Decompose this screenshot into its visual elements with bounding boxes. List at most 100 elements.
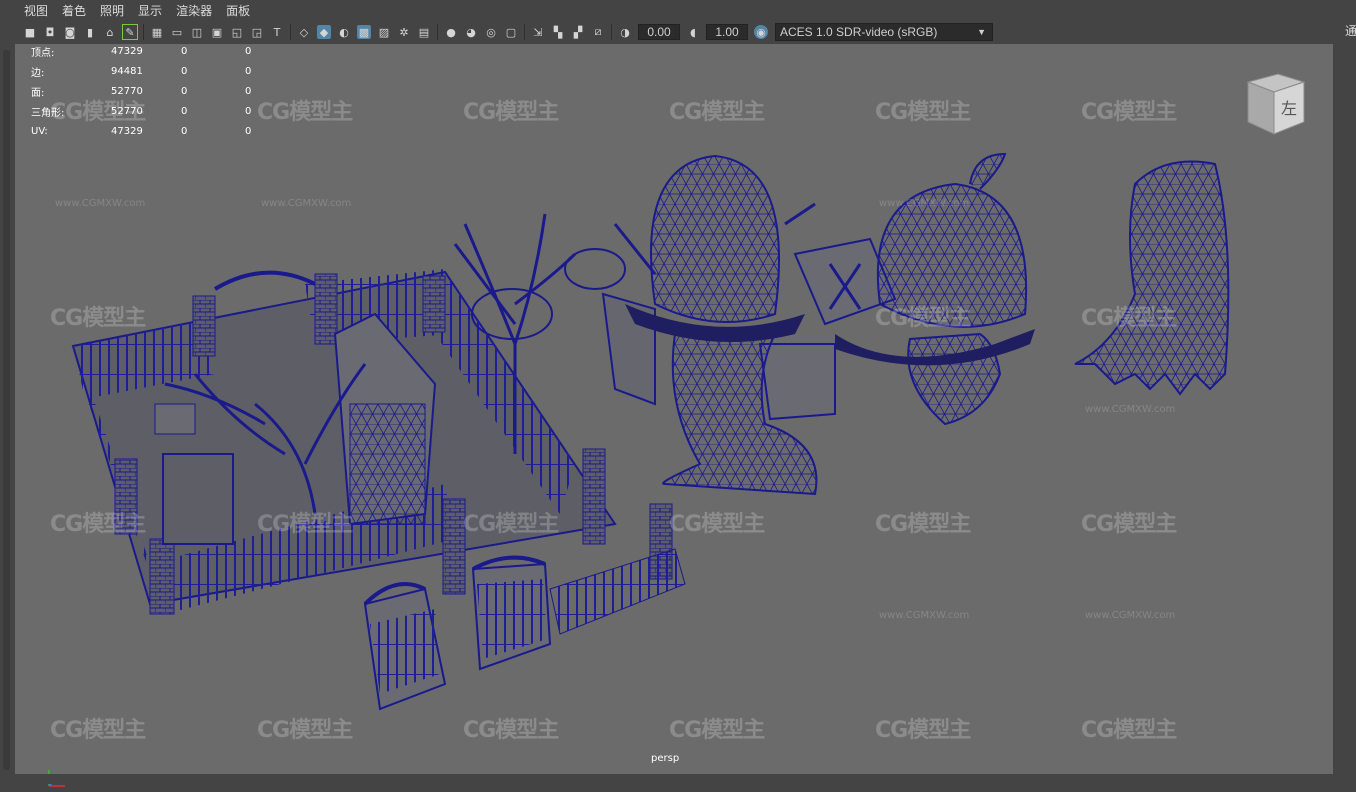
poly-count-hud: 顶点: 47329 0 0 边: 94481 0 0 面: 52770 0 0 三角形: 52770… [31, 41, 285, 141]
stat-selected-alt: 0 [245, 125, 252, 137]
stat-value: 52770 [111, 85, 143, 97]
separator [524, 24, 525, 40]
watermark-logo: CG模型主 [875, 100, 971, 125]
viewcube-face-label: 左 [1281, 99, 1297, 118]
separator [611, 24, 612, 40]
watermark-logo: CG模型主 [875, 718, 971, 743]
wireframe-icon[interactable]: ◇ [297, 25, 311, 39]
color-space-value: ACES 1.0 SDR-video (sRGB) [780, 25, 938, 39]
watermark-logo: CG模型主 [463, 100, 559, 125]
safe-title-icon[interactable]: T [270, 25, 284, 39]
stat-label: 三角形: [31, 107, 65, 119]
watermark-logo: CG模型主 [50, 718, 146, 743]
stat-label: 边: [31, 67, 45, 79]
mushroom-left [613, 154, 818, 496]
separator [290, 24, 291, 40]
stat-selected: 0 [181, 125, 188, 137]
motion-blur-icon[interactable]: ● [444, 25, 458, 39]
stat-selected: 0 [181, 45, 188, 57]
hud-icon[interactable]: ▚ [551, 25, 565, 39]
chevron-down-icon: ▼ [977, 27, 986, 37]
menu-renderer[interactable]: 渲染器 [169, 2, 219, 19]
watermark-logo: CG模型主 [669, 718, 765, 743]
ambient-occlusion-icon[interactable]: ▤ [417, 25, 431, 39]
separator [143, 24, 144, 40]
watermark-logo: CG模型主 [669, 100, 765, 125]
exposure-icon[interactable]: ◑ [618, 25, 632, 39]
watermark-logo: CG模型主 [669, 512, 765, 537]
stat-label: 面: [31, 87, 45, 99]
menu-panels[interactable]: 面板 [219, 2, 257, 19]
viewcube-icon[interactable]: 左 [1240, 68, 1310, 138]
stat-row: 边: 94481 0 0 [31, 61, 285, 81]
color-management-icon[interactable]: ◉ [754, 25, 768, 39]
gamma-icon[interactable]: ◖ [686, 25, 700, 39]
separator [437, 24, 438, 40]
smooth-shade-icon[interactable]: ◆ [317, 25, 331, 39]
stat-label: UV: [31, 125, 48, 137]
stat-value: 47329 [111, 125, 143, 137]
stat-row: UV: 47329 0 0 [31, 121, 285, 141]
watermark-logo: CG模型主 [875, 306, 971, 331]
menu-show[interactable]: 显示 [131, 2, 169, 19]
grease-pencil-icon[interactable]: ✎ [122, 24, 138, 40]
stat-value: 52770 [111, 105, 143, 117]
field-chart-icon[interactable]: ◱ [230, 25, 244, 39]
watermark-logo: CG模型主 [257, 718, 353, 743]
color-space-dropdown[interactable]: ACES 1.0 SDR-video (sRGB) ▼ [775, 23, 993, 41]
watermark-url: www.CGMXW.com [879, 198, 970, 209]
watermark-url: www.CGMXW.com [1085, 404, 1176, 415]
gate-mask-icon[interactable]: ▣ [210, 25, 224, 39]
watermark-logo: CG模型主 [1081, 306, 1177, 331]
watermark-logo: CG模型主 [463, 718, 559, 743]
watermark-logo: CG模型主 [1081, 100, 1177, 125]
anti-aliasing-icon[interactable]: ◕ [464, 25, 478, 39]
gamma-field[interactable] [706, 24, 748, 40]
wireframe-on-shaded-icon[interactable]: ◐ [337, 25, 351, 39]
watermark-logo: CG模型主 [50, 306, 146, 331]
watermark-url: www.CGMXW.com [879, 610, 970, 621]
bottom-bar [0, 774, 1356, 784]
gate-left [363, 582, 447, 711]
camera-attr2-icon[interactable]: ◙ [63, 25, 77, 39]
side-fence [549, 548, 686, 635]
menu-shading[interactable]: 着色 [55, 2, 93, 19]
stat-selected-alt: 0 [245, 105, 252, 117]
film-gate-icon[interactable]: ▭ [170, 25, 184, 39]
isolate-select-icon[interactable]: ⇲ [531, 25, 545, 39]
camera-icon[interactable]: ■ [23, 25, 37, 39]
bookmark-icon[interactable]: ▮ [83, 25, 97, 39]
stat-selected-alt: 0 [245, 85, 252, 97]
watermark-logo: CG模型主 [1081, 512, 1177, 537]
exposure-field[interactable] [638, 24, 680, 40]
image-plane-icon[interactable]: ⌂ [103, 25, 117, 39]
stat-row: 三角形: 52770 0 0 [31, 101, 285, 121]
menu-bar: 视图 着色 照明 显示 渲染器 面板 [0, 0, 1356, 20]
xray-joints-icon[interactable]: ▞ [571, 25, 585, 39]
stat-row: 面: 52770 0 0 [31, 81, 285, 101]
stat-selected: 0 [181, 65, 188, 77]
shadows-icon[interactable]: ✲ [397, 25, 411, 39]
textured-icon[interactable]: ▩ [357, 25, 371, 39]
stat-selected: 0 [181, 85, 188, 97]
use-all-lights-icon[interactable]: ▨ [377, 25, 391, 39]
safe-action-icon[interactable]: ◲ [250, 25, 264, 39]
camera-attr-icon[interactable]: ◘ [43, 25, 57, 39]
watermark-logo: CG模型主 [50, 512, 146, 537]
menu-lighting[interactable]: 照明 [93, 2, 131, 19]
left-scrollbar[interactable] [3, 50, 10, 770]
stat-selected: 0 [181, 105, 188, 117]
ghost [1074, 160, 1230, 396]
stat-selected-alt: 0 [245, 65, 252, 77]
right-edge-label: 通 [1345, 24, 1356, 38]
xray-icon[interactable]: ▢ [504, 25, 518, 39]
watermark-logo: CG模型主 [257, 512, 353, 537]
xray-active-icon[interactable]: ⧄ [591, 25, 605, 39]
stat-selected-alt: 0 [245, 45, 252, 57]
grid-icon[interactable]: ▦ [150, 25, 164, 39]
resolution-gate-icon[interactable]: ◫ [190, 25, 204, 39]
depth-of-field-icon[interactable]: ◎ [484, 25, 498, 39]
watermark-logo: CG模型主 [875, 512, 971, 537]
menu-view[interactable]: 视图 [17, 2, 55, 19]
viewport-persp[interactable]: CG模型主 CG模型主 CG模型主 CG模型主 CG模型主 CG模型主 CG模型… [15, 44, 1333, 787]
